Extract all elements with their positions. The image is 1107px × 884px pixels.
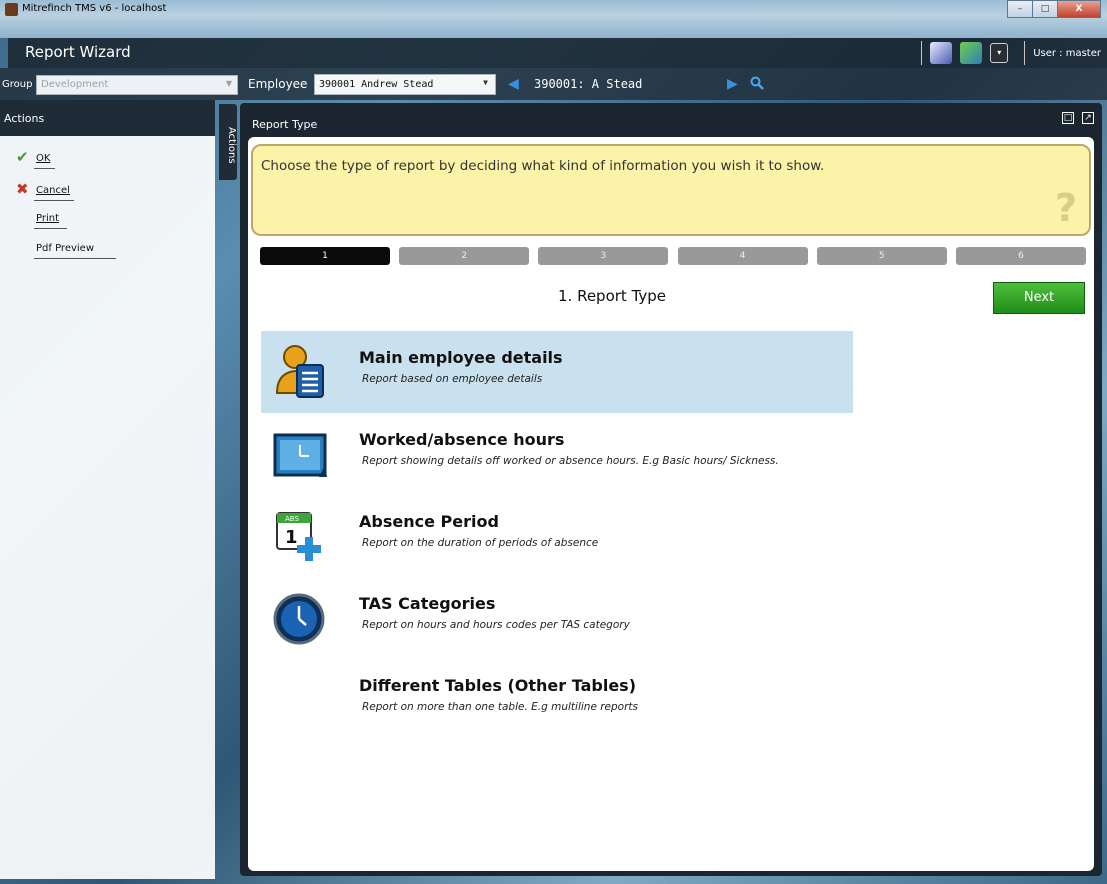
window-titlebar: Mitrefinch TMS v6 - localhost – □ X [0, 0, 1107, 38]
divider [34, 258, 116, 259]
group-label: Group [2, 79, 33, 90]
report-type-absence-period[interactable]: ABS 1 Absence Period Report on the durat… [261, 495, 853, 577]
report-type-main-employee[interactable]: Main employee details Report based on em… [261, 331, 853, 413]
employee-details-icon [275, 345, 324, 398]
step-2[interactable]: 2 [399, 247, 530, 265]
menu-dropdown-icon[interactable]: ▾ [990, 43, 1009, 63]
header-toolbar: ▾ User : master [913, 41, 1107, 65]
ok-button[interactable]: OK [36, 153, 50, 164]
report-type-panel: Report Type □ ↗ Choose the type of repor… [240, 103, 1102, 876]
app-logo-icon [5, 3, 18, 16]
print-button[interactable]: Print [36, 213, 59, 224]
calendar-day: 1 [285, 527, 298, 548]
close-button[interactable]: X [1057, 0, 1101, 18]
group-select[interactable]: Development ▼ [36, 75, 238, 95]
report-type-desc: Report on more than one table. E.g multi… [362, 701, 639, 713]
divider [34, 200, 74, 201]
report-type-title: Worked/absence hours [359, 430, 565, 449]
step-4[interactable]: 4 [677, 247, 808, 265]
maximize-button[interactable]: □ [1032, 0, 1058, 18]
report-type-desc: Report on hours and hours codes per TAS … [362, 619, 630, 631]
chevron-down-icon: ▼ [225, 79, 232, 88]
next-employee-icon[interactable]: ▶ [727, 76, 738, 92]
report-type-title: Absence Period [359, 512, 499, 531]
hours-screen-icon [273, 433, 327, 477]
help-question-icon: ? [1054, 186, 1077, 230]
group-select-value: Development [41, 79, 109, 90]
previous-employee-icon[interactable]: ◀ [508, 76, 519, 92]
absence-calendar-icon: ABS 1 [276, 512, 321, 561]
wizard-steps: 1 2 3 4 5 6 [260, 247, 1086, 265]
minimize-button[interactable]: – [1007, 0, 1033, 18]
clock-icon [273, 593, 325, 645]
hint-box: Choose the type of report by deciding wh… [251, 144, 1091, 236]
panel-controls: □ ↗ [1054, 112, 1094, 124]
employee-select[interactable]: 390001 Andrew Stead ▼ [314, 74, 496, 95]
window-controls: – □ X [1007, 0, 1101, 20]
app-header: Report Wizard ▾ User : master [8, 38, 1107, 68]
popout-icon[interactable]: ↗ [1082, 112, 1094, 124]
employee-select-value: 390001 Andrew Stead [319, 79, 434, 90]
cancel-icon: ✖ [16, 180, 29, 198]
cancel-button[interactable]: Cancel [36, 185, 70, 196]
restore-icon[interactable]: □ [1062, 112, 1074, 124]
divider [1024, 41, 1026, 65]
filter-bar: Group Development ▼ Employee 390001 Andr… [0, 68, 1107, 100]
report-type-desc: Report based on employee details [362, 373, 543, 385]
pdf-preview-button[interactable]: Pdf Preview [36, 243, 94, 254]
divider [34, 168, 55, 169]
window-title: Mitrefinch TMS v6 - localhost [22, 3, 167, 14]
step-title: 1. Report Type [558, 287, 667, 305]
step-3[interactable]: 3 [538, 247, 669, 265]
hint-text: Choose the type of report by deciding wh… [261, 158, 825, 174]
report-type-title: TAS Categories [359, 594, 496, 613]
chevron-down-icon: ▼ [483, 78, 488, 87]
search-icon[interactable] [750, 76, 764, 90]
report-type-desc: Report showing details off worked or abs… [362, 455, 779, 467]
check-icon: ✔ [16, 148, 29, 166]
employee-label: Employee [248, 77, 308, 91]
step-1[interactable]: 1 [260, 247, 390, 265]
actions-panel: Actions ✔ OK ✖ Cancel Print Pdf Preview [0, 100, 215, 879]
divider [34, 228, 67, 229]
report-type-different-tables[interactable]: Different Tables (Other Tables) Report o… [261, 659, 853, 741]
report-type-title: Main employee details [359, 348, 563, 367]
actions-header: Actions [0, 100, 215, 136]
current-employee: 390001: A Stead [534, 77, 643, 91]
actions-collapse-tab[interactable]: Actions [219, 104, 237, 180]
page-title: Report Wizard [25, 43, 131, 61]
report-type-tas-categories[interactable]: TAS Categories Report on hours and hours… [261, 577, 853, 659]
panel-body: Choose the type of report by deciding wh… [248, 137, 1094, 871]
user-label: User : master [1033, 47, 1101, 59]
home-icon[interactable] [930, 42, 953, 64]
report-type-desc: Report on the duration of periods of abs… [362, 537, 599, 549]
panel-title: Report Type [252, 118, 318, 131]
step-5[interactable]: 5 [816, 247, 947, 265]
step-6[interactable]: 6 [955, 247, 1086, 265]
switch-window-icon[interactable] [960, 42, 983, 64]
divider [921, 41, 923, 65]
report-type-title: Different Tables (Other Tables) [359, 676, 636, 695]
report-type-worked-absence[interactable]: Worked/absence hours Report showing deta… [261, 413, 853, 495]
next-button[interactable]: Next [993, 282, 1085, 314]
calendar-badge: ABS [285, 515, 299, 523]
